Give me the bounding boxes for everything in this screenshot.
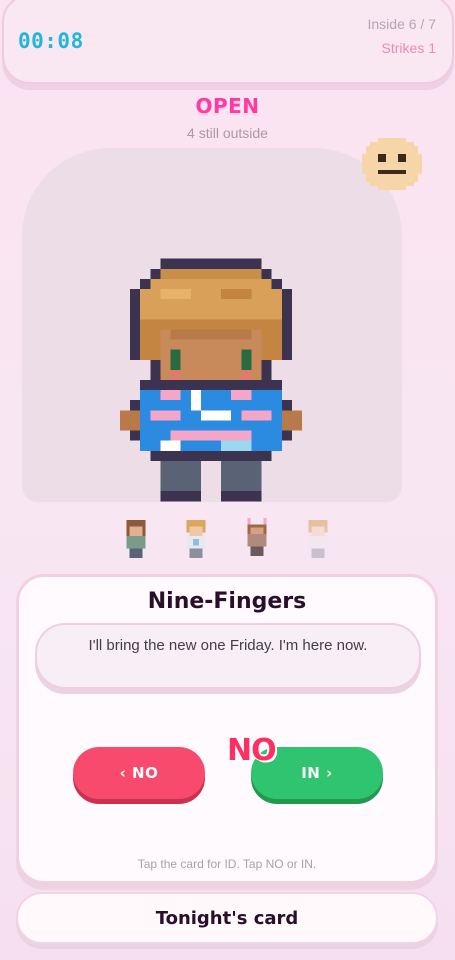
no-button[interactable]: ‹ NO xyxy=(73,747,205,799)
door-status: OPEN xyxy=(195,94,260,118)
queue-visitor-blond-hair xyxy=(186,520,206,558)
visitor-queue xyxy=(0,518,455,558)
visitor-card[interactable]: Nine-Fingers I'll bring the new one Frid… xyxy=(16,574,438,884)
hud-bar: 00:08 Inside 6 / 7 Strikes 1 xyxy=(2,0,454,84)
neutral-face-icon xyxy=(362,138,422,190)
visitor-name: Nine-Fingers xyxy=(147,589,307,614)
speech-bubble: I'll bring the new one Friday. I'm here … xyxy=(35,623,421,689)
tonights-card-button[interactable]: Tonight's card xyxy=(16,892,438,944)
inside-count: Inside 6 / 7 xyxy=(367,16,437,32)
queue-visitor-brown-hair xyxy=(126,520,146,558)
visitor-sprite[interactable] xyxy=(120,256,302,504)
queue-visitor-pale xyxy=(308,520,328,558)
instruction-hint: Tap the card for ID. Tap NO or IN. xyxy=(137,857,317,871)
strikes-count: Strikes 1 xyxy=(381,40,436,56)
verdict-stamp: NO xyxy=(227,733,277,768)
queue-visitor-bunny-ears xyxy=(247,518,267,556)
visitor-quote: I'll bring the new one Friday. I'm here … xyxy=(88,637,368,654)
timer: 00:08 xyxy=(18,29,84,53)
tonights-card-label: Tonight's card xyxy=(155,907,299,929)
